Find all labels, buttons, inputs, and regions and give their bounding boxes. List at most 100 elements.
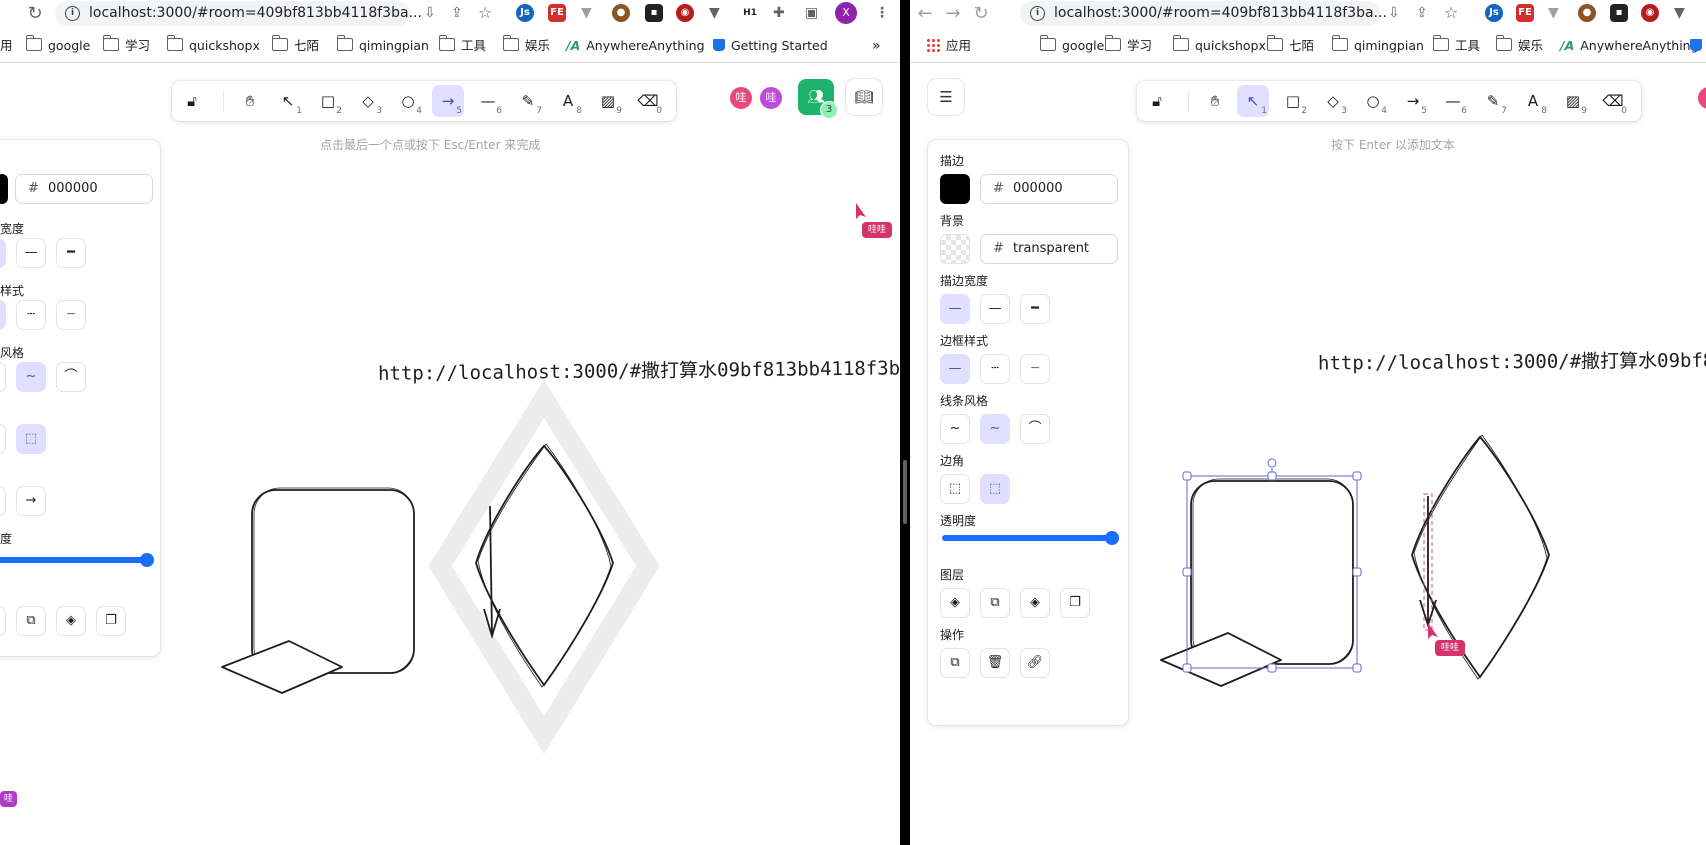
opacity-slider-knob[interactable] — [140, 553, 154, 567]
edges-sharp-button[interactable] — [0, 424, 6, 454]
border-solid-button[interactable]: — — [940, 354, 970, 384]
vue-extension-icon[interactable]: ▼ — [709, 5, 720, 21]
send-to-back-button[interactable]: ◈ — [940, 588, 970, 618]
bookmark-entertainment[interactable]: 娱乐 — [1495, 35, 1543, 54]
bookmark-google[interactable]: google — [25, 35, 90, 54]
bookmark-qimingpian[interactable]: qimingpian — [1331, 35, 1424, 54]
bookmark-qimo[interactable]: 七陌 — [1266, 35, 1314, 54]
bookmark-getting-started[interactable] — [1690, 38, 1706, 54]
address-bar[interactable]: i localhost:3000/#room=409bf813bb4118f3b… — [55, 1, 422, 26]
bookmark-apps[interactable]: 应用 — [926, 38, 971, 54]
background-color-input[interactable]: # transparent — [980, 234, 1118, 264]
sloppiness-artist-button[interactable]: ∼ — [980, 414, 1010, 444]
tool-diamond-icon[interactable]: ◇ 3 — [352, 85, 384, 117]
stroke-width-thin-button[interactable] — [0, 238, 6, 268]
edges-sharp-button[interactable]: ⬚ — [940, 474, 970, 504]
share-icon[interactable]: ⇪ — [1416, 5, 1428, 21]
media-extension-icon[interactable]: ▪ — [645, 4, 663, 22]
tool-select-icon[interactable]: ↖ 1 — [272, 85, 304, 117]
bookmark-study[interactable]: 学习 — [102, 35, 150, 54]
border-solid-button[interactable] — [0, 300, 6, 330]
stroke-color-input[interactable]: # 000000 — [15, 174, 153, 204]
collaborator-avatar[interactable]: 哇 — [758, 85, 784, 111]
opacity-slider[interactable] — [942, 535, 1112, 541]
bring-forward-button[interactable]: ◈ — [56, 606, 86, 636]
whiteboard-canvas[interactable]: http://localhost:3000/#撒打算水09bf813 ☰ 🔓︎ … — [910, 63, 1706, 845]
address-bar[interactable]: i localhost:3000/#room=409bf813bb4118f3b… — [1020, 1, 1387, 26]
fe-extension-icon[interactable]: FE — [1516, 4, 1534, 22]
divider-grip[interactable] — [903, 460, 907, 524]
send-backward-button[interactable]: ⧉ — [16, 606, 46, 636]
sloppiness-architect-button[interactable] — [0, 362, 6, 392]
send-backward-button[interactable]: ⧉ — [980, 588, 1010, 618]
bookmark-google[interactable]: google — [1039, 35, 1104, 54]
forward-icon[interactable]: → — [942, 3, 964, 25]
arrowhead-start-button[interactable] — [0, 486, 6, 516]
sloppiness-cartoonist-button[interactable]: ⌒ — [56, 362, 86, 392]
sidepanel-icon[interactable]: ▣ — [805, 5, 818, 21]
tool-rectangle-icon[interactable]: □ 2 — [312, 85, 344, 117]
bookmark-getting-started[interactable]: Getting Started — [713, 38, 828, 54]
bookmark-qimo[interactable]: 七陌 — [271, 35, 319, 54]
bookmark-quickshopx[interactable]: quickshopx — [1172, 35, 1266, 54]
site-info-icon[interactable]: i — [65, 6, 80, 21]
canvas-text-url[interactable]: http://localhost:3000/#撒打算水09bf813 — [1318, 346, 1706, 376]
border-dotted-button[interactable]: ┈ — [1020, 354, 1050, 384]
cookie-extension-icon[interactable]: ● — [1578, 4, 1596, 22]
fe-extension-icon[interactable]: FE — [548, 4, 566, 22]
reload-icon[interactable]: ↻ — [970, 3, 992, 25]
media-extension-icon[interactable]: ▪ — [1610, 4, 1628, 22]
send-to-back-button[interactable] — [0, 606, 6, 636]
whiteboard-canvas[interactable]: http://localhost:3000/#撒打算水09bf813bb4118… — [0, 63, 900, 845]
bookmark-qimingpian[interactable]: qimingpian — [336, 35, 429, 54]
edges-round-button[interactable]: ⬚ — [980, 474, 1010, 504]
bookmark-star-icon[interactable]: ☆ — [478, 5, 492, 21]
bookmark-study[interactable]: 学习 — [1104, 35, 1152, 54]
bookmark-anywhereanything[interactable]: /A AnywhereAnything — [1560, 38, 1699, 54]
opacity-slider[interactable] — [0, 557, 146, 563]
sloppiness-architect-button[interactable]: ~ — [940, 414, 970, 444]
tool-text-icon[interactable]: A8 — [552, 85, 584, 117]
border-dashed-button[interactable]: ┄ — [980, 354, 1010, 384]
bring-forward-button[interactable]: ◈ — [1020, 588, 1050, 618]
vue-extension-icon[interactable]: ▼ — [1674, 5, 1685, 21]
ninja-extension-icon[interactable]: ◉ — [1641, 4, 1659, 22]
profile-avatar[interactable]: X — [835, 2, 857, 24]
stroke-width-bold-button[interactable]: — — [980, 294, 1010, 324]
library-button[interactable]: 📖︎ — [846, 79, 882, 115]
stroke-width-thin-button[interactable]: — — [940, 294, 970, 324]
stroke-color-swatch[interactable] — [0, 174, 8, 204]
stroke-width-extra-bold-button[interactable]: ━ — [1020, 294, 1050, 324]
js-extension-icon[interactable]: Js — [1485, 4, 1503, 22]
install-icon[interactable]: ⇩ — [424, 5, 436, 21]
tool-ellipse-icon[interactable]: ○ 4 — [392, 85, 424, 117]
share-collab-button[interactable]: 👥︎ 3 — [798, 79, 838, 119]
tool-pencil-icon[interactable]: ✎ 7 — [512, 85, 544, 117]
site-info-icon[interactable]: i — [1030, 6, 1045, 21]
background-color-swatch[interactable] — [940, 234, 970, 264]
extensions-puzzle-icon[interactable]: ✚ — [773, 5, 785, 21]
bookmark-anywhereanything[interactable]: /A AnywhereAnything — [566, 38, 705, 54]
reload-icon[interactable]: ↻ — [24, 3, 46, 25]
bookmark-quickshopx[interactable]: quickshopx — [166, 35, 260, 54]
border-dashed-button[interactable]: ┄ — [16, 300, 46, 330]
bring-to-front-button[interactable]: ❐ — [1060, 588, 1090, 618]
tool-hand-icon[interactable]: ✋︎ — [1199, 85, 1231, 117]
edges-round-button[interactable]: ⬚ — [16, 424, 46, 454]
tool-image-icon[interactable]: ▨ 9 — [1557, 85, 1589, 117]
tool-line-icon[interactable]: —6 — [472, 85, 504, 117]
tool-select-icon[interactable]: ↖ 1 — [1237, 85, 1269, 117]
duplicate-icon[interactable]: ⧉ — [940, 648, 970, 678]
collaborator-avatar[interactable]: 哇 — [728, 85, 754, 111]
bookmark-star-icon[interactable]: ☆ — [1444, 5, 1458, 21]
tool-hand-icon[interactable]: ✋︎ — [234, 85, 266, 117]
tool-lock-icon[interactable]: 🔓︎ — [1141, 85, 1173, 117]
bookmarks-overflow-icon[interactable]: » — [872, 38, 881, 54]
bookmark-apps[interactable]: 用 — [0, 38, 13, 54]
tool-lock-icon[interactable]: 🔓︎ — [176, 85, 208, 117]
stroke-width-bold-button[interactable]: — — [16, 238, 46, 268]
tool-rectangle-icon[interactable]: □ 2 — [1277, 85, 1309, 117]
tool-line-icon[interactable]: —6 — [1437, 85, 1469, 117]
h1-extension-icon[interactable]: H1 — [741, 4, 759, 22]
tool-eraser-icon[interactable]: ⌫ 0 — [1597, 85, 1629, 117]
